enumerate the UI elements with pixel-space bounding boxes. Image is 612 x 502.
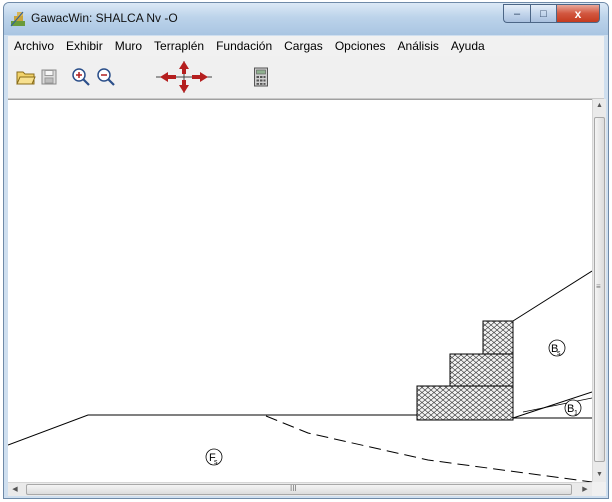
vertical-scroll-grip: ≡ [596,282,601,291]
foundation-zone-label: F s [205,448,223,466]
backfill-lower-zone-label: B 1 [564,399,582,417]
gabion-block [449,353,514,387]
gabion-block [482,320,514,355]
pan-arrows-icon [156,61,212,93]
svg-text:s: s [557,350,561,357]
drawing-canvas[interactable]: F s B s B 1 [8,99,592,483]
svg-text:1: 1 [574,410,578,417]
zoom-in-icon [72,68,90,86]
scroll-left-arrow[interactable]: ◀ [8,483,22,496]
app-icon [10,11,25,27]
backfill-zone-label: B s [548,339,566,357]
menu-ayuda[interactable]: Ayuda [445,36,491,56]
scroll-up-arrow[interactable]: ▲ [593,99,606,113]
app-window: GawacWin: SHALCA Nv -O – □ x Archivo Exh… [3,2,609,499]
zoom-out-icon [97,68,115,86]
maximize-button[interactable]: □ [530,4,556,23]
wall-section-drawing: F s B s B 1 [8,270,592,483]
ground-line [8,414,433,446]
menu-exhibir[interactable]: Exhibir [60,36,109,56]
menu-opciones[interactable]: Opciones [329,36,392,56]
menu-analisis[interactable]: Análisis [392,36,445,56]
menu-bar: Archivo Exhibir Muro Terraplén Fundación… [8,36,604,56]
zoom-in-button[interactable] [70,66,92,88]
scroll-down-arrow[interactable]: ▼ [593,468,606,482]
scrollbar-corner [592,482,606,496]
zoom-out-button[interactable] [95,66,117,88]
gabion-block [416,385,514,421]
menu-archivo[interactable]: Archivo [8,36,60,56]
pan-button[interactable] [154,59,214,95]
toolbar [8,56,604,99]
menu-fundacion[interactable]: Fundación [210,36,278,56]
menu-muro[interactable]: Muro [109,36,148,56]
minimize-button[interactable]: – [503,4,530,23]
open-button[interactable] [15,66,37,88]
horizontal-scrollbar[interactable]: ◀ III ▶ [8,482,592,496]
horizontal-scroll-grip: III [290,484,297,493]
svg-text:s: s [214,459,218,466]
close-button[interactable]: x [556,4,600,23]
save-button[interactable] [38,66,60,88]
window-title: GawacWin: SHALCA Nv -O [31,11,178,25]
failure-surface-dashed [265,415,592,483]
horizontal-scroll-thumb[interactable] [26,484,572,495]
menu-terraplen[interactable]: Terraplén [148,36,210,56]
backfill-surface-line [512,270,592,322]
menu-cargas[interactable]: Cargas [278,36,329,56]
open-folder-icon [16,71,36,85]
save-disk-icon [41,69,57,85]
title-bar[interactable]: GawacWin: SHALCA Nv -O – □ x [4,3,608,35]
calculate-button[interactable] [250,66,272,88]
calculator-icon [254,67,268,87]
vertical-scrollbar[interactable]: ▲ ≡ ▼ [592,99,606,482]
backfill-inner-line-2 [522,397,592,413]
scroll-right-arrow[interactable]: ▶ [578,483,592,496]
window-controls: – □ x [503,4,600,24]
